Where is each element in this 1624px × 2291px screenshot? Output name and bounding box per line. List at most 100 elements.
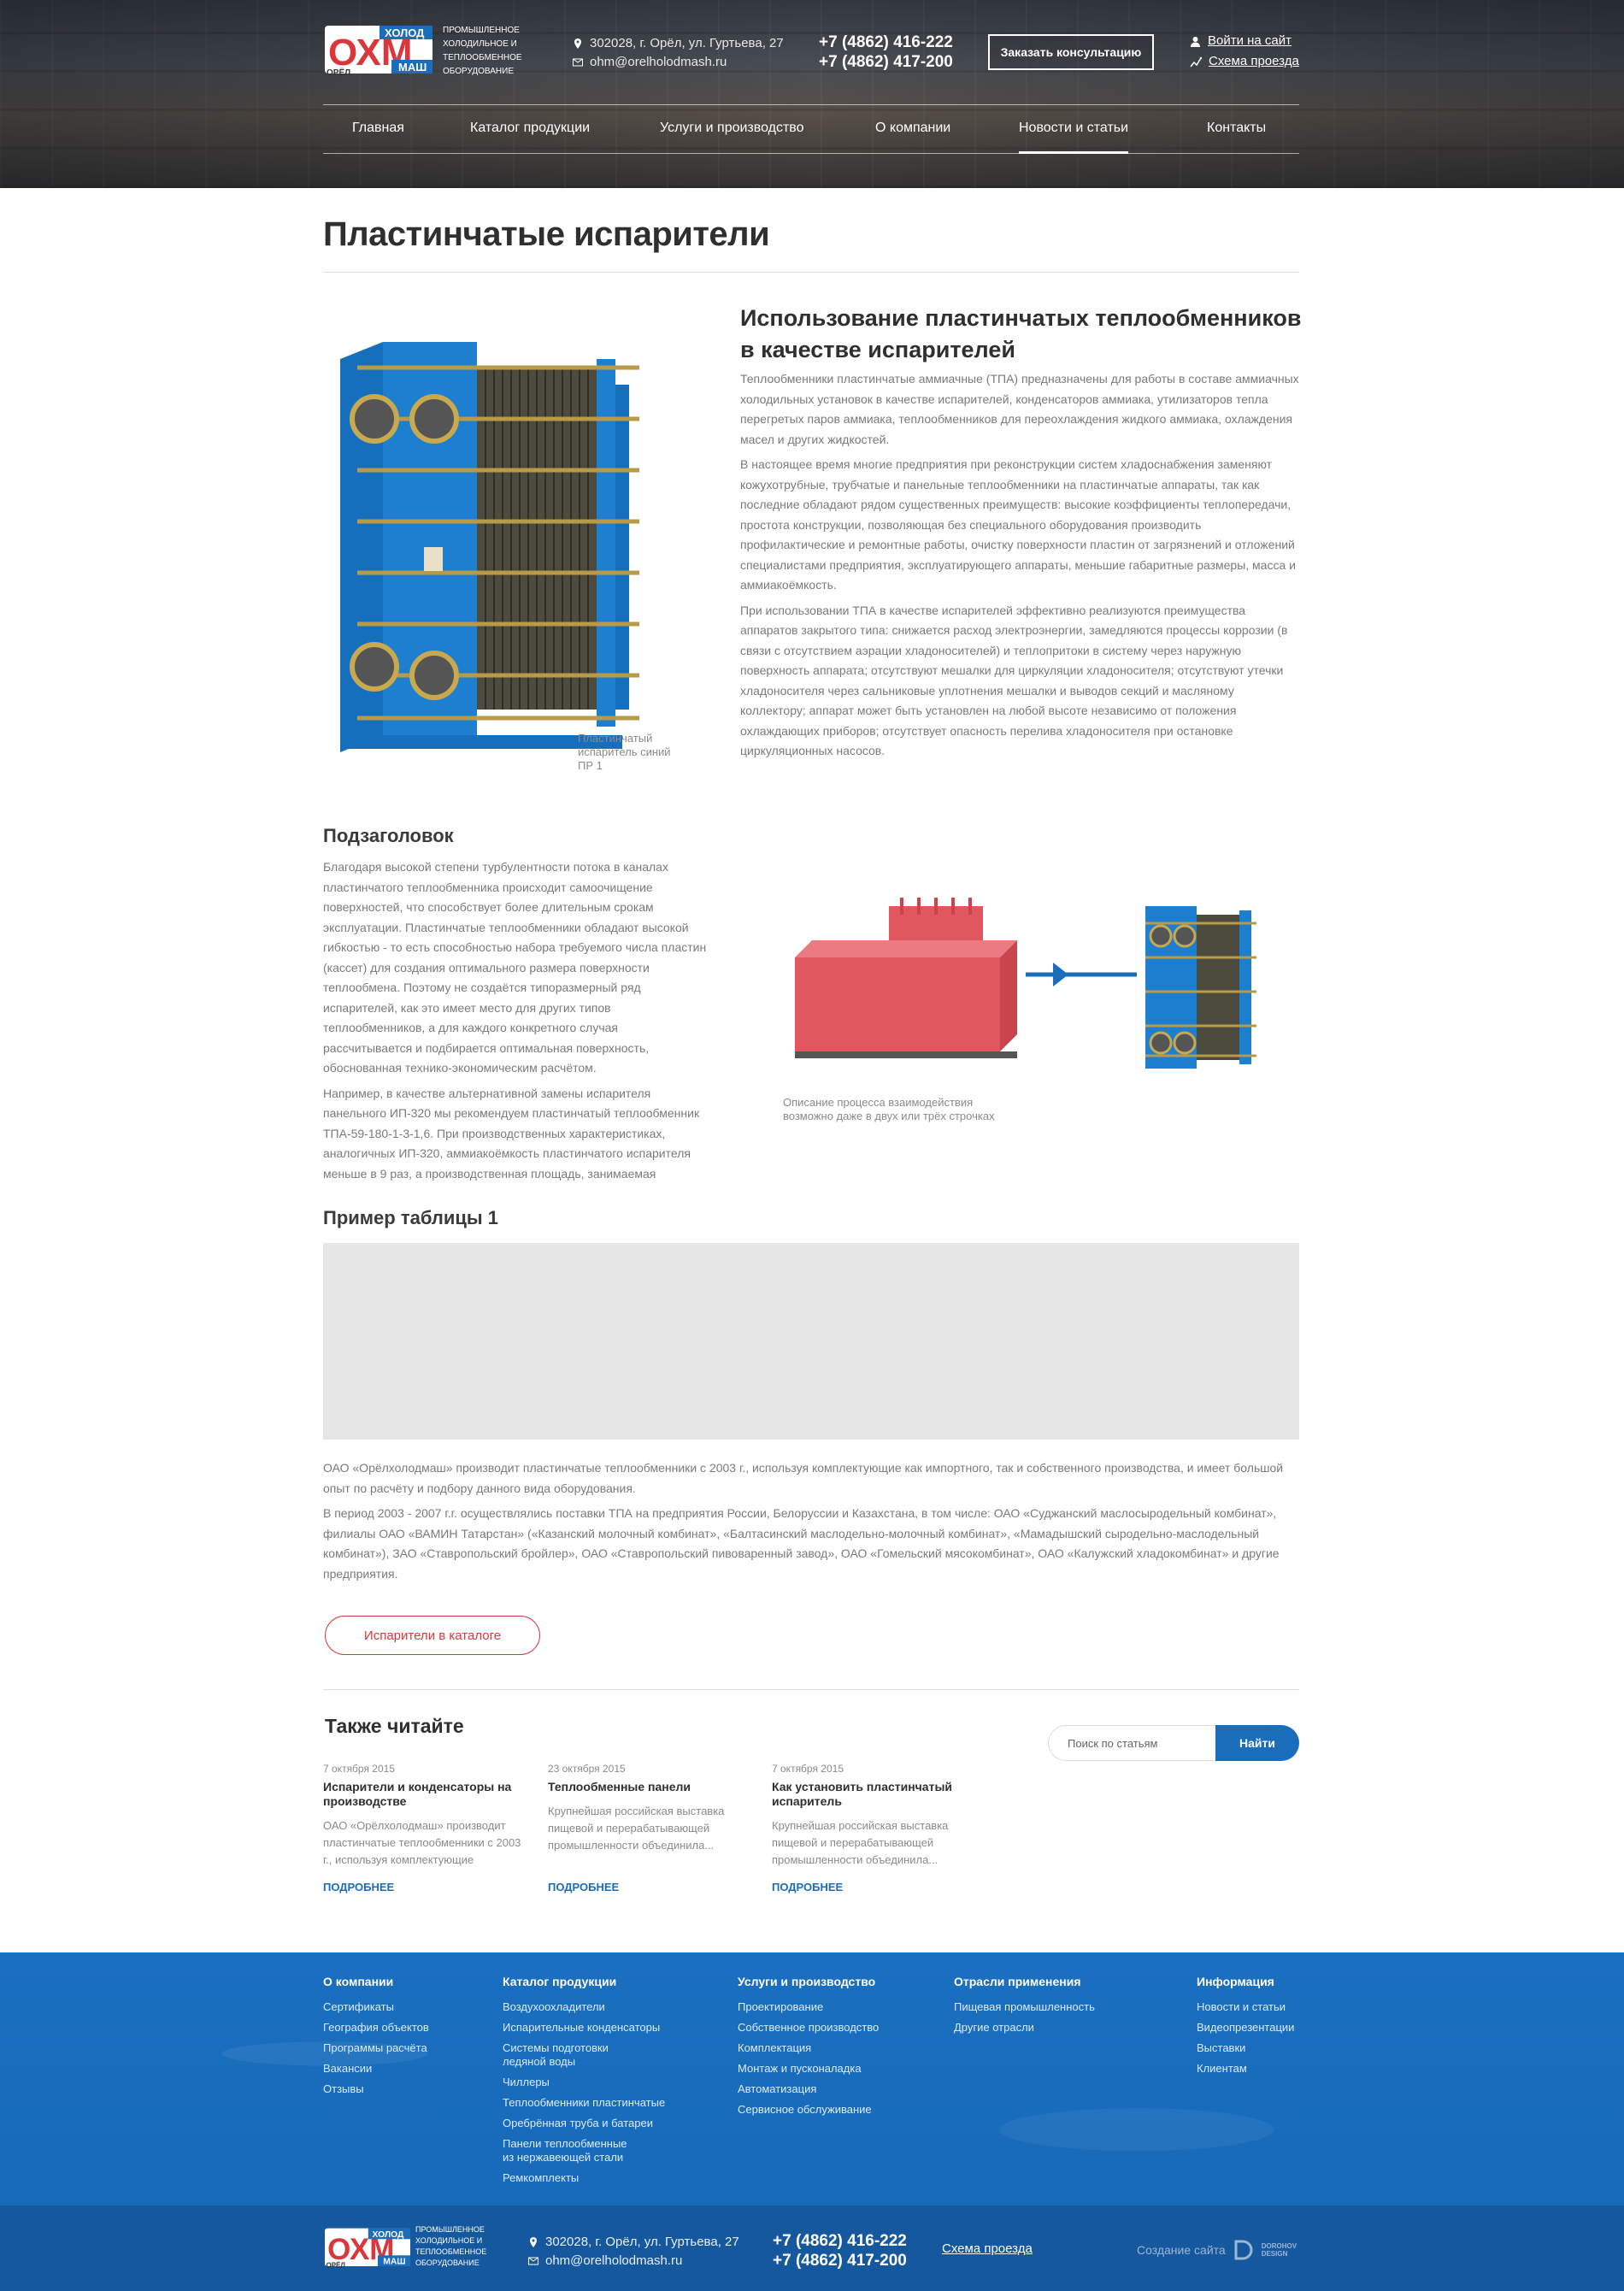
article-date: 7 октября 2015: [772, 1763, 844, 1775]
logo-city: ОРЁЛ: [327, 67, 350, 77]
footer-contacts: 302028, г. Орёл, ул. Гуртьева, 27 ohm@or…: [528, 2233, 739, 2270]
envelope-icon: [573, 58, 583, 67]
footer-phone-1[interactable]: +7 (4862) 416-222: [773, 2231, 907, 2251]
footer-column-industries: Отрасли применения Пищевая промышленност…: [954, 1975, 1095, 2041]
header-phone-2[interactable]: +7 (4862) 417-200: [819, 52, 953, 72]
section2-title: Подзаголовок: [323, 825, 454, 846]
footer-link[interactable]: Выставки: [1197, 2041, 1294, 2055]
footer-link[interactable]: Программы расчёта: [323, 2041, 429, 2055]
article-search: Найти: [1048, 1725, 1299, 1761]
footer-link[interactable]: Отзывы: [323, 2082, 429, 2096]
section3-body: ОАО «Орёлхолодмаш» производит пластинчат…: [323, 1458, 1299, 1589]
footer-phone-2[interactable]: +7 (4862) 417-200: [773, 2251, 907, 2270]
footer-logo[interactable]: ОХМ ХОЛОД МАШ ОРЁЛ Промышленное холодиль…: [325, 2223, 513, 2270]
article-card: 7 октября 2015 Как установить пластинчат…: [772, 1763, 970, 1893]
also-read-title: Также читайте: [325, 1715, 464, 1737]
header-email[interactable]: ohm@orelholodmash.ru: [590, 53, 727, 72]
paragraph: Теплообменники пластинчатые аммиачные (Т…: [740, 372, 1299, 446]
footer-link[interactable]: Теплообменники пластинчатые: [503, 2096, 674, 2110]
footer-link[interactable]: Оребрённая труба и батареи: [503, 2117, 674, 2130]
logo-bottom-word: МАШ: [398, 61, 427, 74]
footer-heading[interactable]: Отрасли применения: [954, 1975, 1095, 1988]
footer-column-about: О компании Сертификаты География объекто…: [323, 1975, 429, 2103]
article-excerpt: Крупнейшая российская выставка пищевой и…: [548, 1805, 725, 1852]
footer-link[interactable]: Монтаж и пусконаладка: [738, 2062, 879, 2076]
developer-credit-label: Создание сайта: [1137, 2243, 1226, 2257]
search-button[interactable]: Найти: [1215, 1725, 1299, 1761]
footer-link[interactable]: Чиллеры: [503, 2076, 674, 2089]
section1-body: Теплообменники пластинчатые аммиачные (Т…: [740, 369, 1299, 767]
footer-link[interactable]: Проектирование: [738, 2000, 879, 2014]
image-caption-2: Описание процесса взаимодействия возможн…: [783, 1096, 995, 1122]
nav-item-about[interactable]: О компании: [875, 121, 950, 136]
search-input[interactable]: [1048, 1725, 1215, 1761]
envelope-icon: [528, 2257, 538, 2265]
nav-item-news[interactable]: Новости и статьи: [1019, 121, 1129, 154]
footer-link[interactable]: Видеопрезентации: [1197, 2021, 1294, 2035]
nav-item-catalog[interactable]: Каталог продукции: [470, 121, 590, 136]
paragraph: В настоящее время многие предприятия при…: [740, 457, 1296, 592]
developer-credit[interactable]: Создание сайта DOROHOV DESIGN: [1137, 2240, 1297, 2260]
route-link[interactable]: Схема проезда: [1190, 51, 1299, 72]
footer-phones: +7 (4862) 416-222 +7 (4862) 417-200: [773, 2231, 907, 2270]
consult-button[interactable]: Заказать консультацию: [988, 34, 1154, 70]
nav-item-contacts[interactable]: Контакты: [1207, 121, 1266, 136]
footer-heading[interactable]: О компании: [323, 1975, 429, 1988]
logo[interactable]: ОХМ ХОЛОД МАШ ОРЁЛ Промышленное холодиль…: [325, 21, 522, 77]
page-title: Пластинчатые испарители: [323, 215, 770, 253]
paragraph: Например, в качестве альтернативной заме…: [323, 1086, 700, 1181]
footer-logo-city: ОРЁЛ: [327, 2262, 346, 2270]
article-more-link[interactable]: ПОДРОБНЕЕ: [323, 1881, 394, 1893]
article-title[interactable]: Как установить пластинчатый испаритель: [772, 1780, 970, 1809]
footer-email[interactable]: ohm@orelholodmash.ru: [545, 2252, 682, 2270]
replacement-process-image: [795, 898, 1256, 1069]
login-link[interactable]: Войти на сайт: [1190, 31, 1299, 51]
user-icon: [1191, 36, 1200, 47]
article-title[interactable]: Теплообменные панели: [548, 1780, 746, 1794]
footer-heading[interactable]: Каталог продукции: [503, 1975, 674, 1988]
route-link-label: Схема проезда: [1209, 54, 1299, 68]
nav-item-services[interactable]: Услуги и производство: [660, 121, 804, 136]
login-link-label: Войти на сайт: [1208, 33, 1292, 48]
footer-link[interactable]: Сервисное обслуживание: [738, 2103, 879, 2117]
developer-brand: DOROHOV DESIGN: [1262, 2242, 1297, 2258]
location-pin-icon: [530, 2237, 537, 2247]
section2-body: Благодаря высокой степени турбулентности…: [323, 857, 709, 1189]
footer-link[interactable]: Испарительные конденсаторы: [503, 2021, 674, 2035]
footer-link[interactable]: Вакансии: [323, 2062, 429, 2076]
footer-route-link[interactable]: Схема проезда: [942, 2241, 1033, 2256]
header-links: Войти на сайт Схема проезда: [1190, 31, 1299, 72]
footer-link[interactable]: География объектов: [323, 2021, 429, 2035]
main-nav: Главная Каталог продукции Услуги и произ…: [323, 104, 1299, 154]
footer-link[interactable]: Системы подготовки ледяной воды: [503, 2041, 639, 2069]
footer-link[interactable]: Клиентам: [1197, 2062, 1294, 2076]
footer-heading[interactable]: Услуги и производство: [738, 1975, 879, 1988]
footer-column-services: Услуги и производство Проектирование Соб…: [738, 1975, 879, 2123]
logo-mark: ОХМ ХОЛОД МАШ ОРЁЛ: [325, 26, 432, 77]
footer-link[interactable]: Собственное производство: [738, 2021, 879, 2035]
footer-link[interactable]: Новости и статьи: [1197, 2000, 1294, 2014]
article-title[interactable]: Испарители и конденсаторы на производств…: [323, 1780, 521, 1809]
logo-top-word: ХОЛОД: [385, 27, 425, 39]
footer-link[interactable]: Панели теплообменные из нержавеющей стал…: [503, 2137, 639, 2164]
title-divider: [323, 272, 1299, 273]
article-excerpt: Крупнейшая российская выставка пищевой и…: [772, 1819, 949, 1866]
header-phones: +7 (4862) 416-222 +7 (4862) 417-200: [819, 32, 953, 72]
header-phone-1[interactable]: +7 (4862) 416-222: [819, 32, 953, 52]
footer-address: 302028, г. Орёл, ул. Гуртьева, 27: [545, 2235, 739, 2249]
header-contacts: 302028, г. Орёл, ул. Гуртьева, 27 ohm@or…: [573, 34, 784, 72]
footer-link[interactable]: Комплектация: [738, 2041, 879, 2055]
article-more-link[interactable]: ПОДРОБНЕЕ: [772, 1881, 843, 1893]
footer-link[interactable]: Ремкомплекты: [503, 2171, 674, 2185]
footer-link[interactable]: Сертификаты: [323, 2000, 429, 2014]
article-more-link[interactable]: ПОДРОБНЕЕ: [548, 1881, 619, 1893]
footer-link[interactable]: Другие отрасли: [954, 2021, 1095, 2035]
section-divider: [323, 1689, 1299, 1690]
nav-item-home[interactable]: Главная: [352, 121, 404, 136]
footer-link[interactable]: Воздухоохладители: [503, 2000, 674, 2014]
footer-heading[interactable]: Информация: [1197, 1975, 1294, 1988]
footer-link[interactable]: Пищевая промышленность: [954, 2000, 1095, 2014]
footer-link[interactable]: Автоматизация: [738, 2082, 879, 2096]
catalog-button[interactable]: Испарители в каталоге: [325, 1616, 540, 1655]
site-footer: О компании Сертификаты География объекто…: [0, 1952, 1624, 2206]
